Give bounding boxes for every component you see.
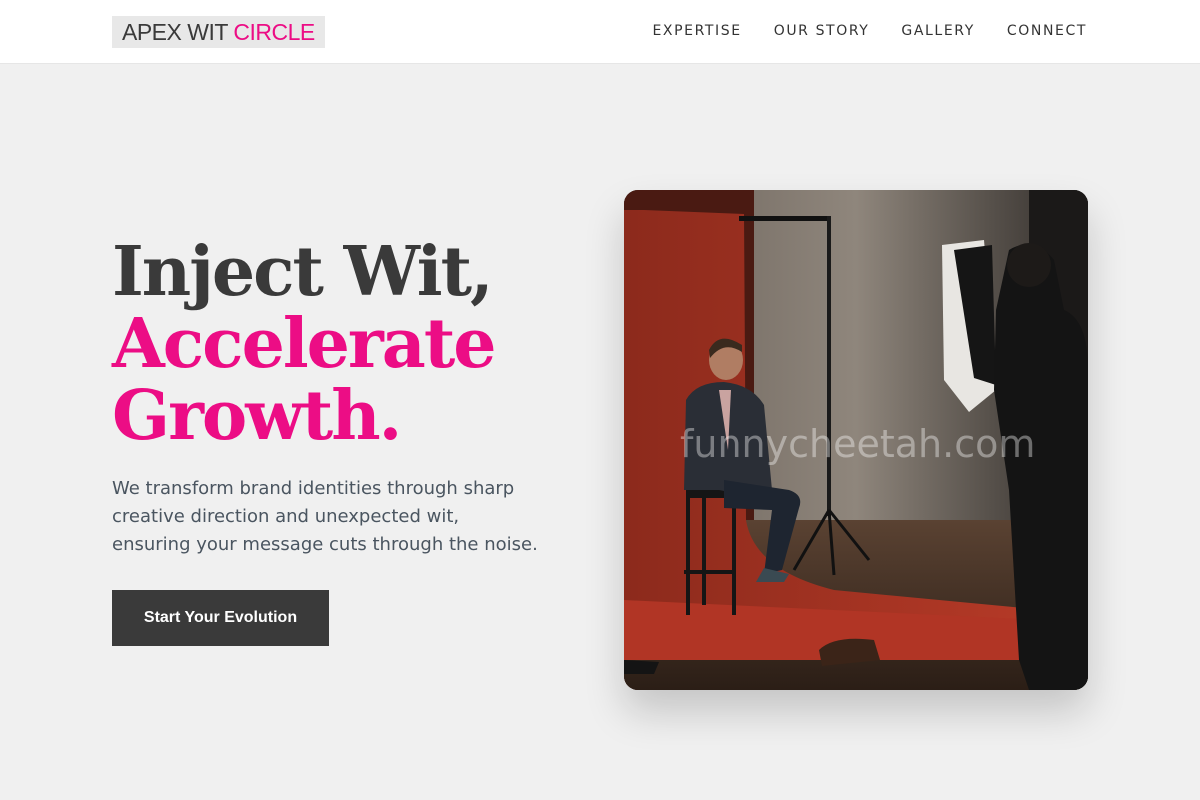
hero-title-line-2: Accelerate <box>112 304 497 384</box>
hero-description-line-3: ensuring your message cuts through the n… <box>112 534 538 555</box>
start-evolution-button[interactable]: Start Your Evolution <box>112 590 329 646</box>
nav-link-our-story[interactable]: OUR STORY <box>774 23 870 39</box>
hero-photo: funnycheetah.com <box>624 190 1088 690</box>
nav-link-expertise[interactable]: EXPERTISE <box>652 23 741 39</box>
logo-accent-text: CIRCLE <box>233 19 315 45</box>
photo-watermark: funnycheetah.com <box>680 422 1036 466</box>
nav-link-gallery[interactable]: GALLERY <box>901 23 974 39</box>
hero-description-line-1: We transform brand identities through sh… <box>112 478 515 499</box>
hero-description-line-2: creative direction and unexpected wit, <box>112 506 460 527</box>
logo-text: APEX WIT <box>122 19 234 45</box>
site-header: APEX WIT CIRCLE EXPERTISE OUR STORY GALL… <box>0 0 1200 64</box>
main-nav: EXPERTISE OUR STORY GALLERY CONNECT <box>652 0 1087 62</box>
logo[interactable]: APEX WIT CIRCLE <box>112 16 325 48</box>
nav-link-connect[interactable]: CONNECT <box>1007 23 1087 39</box>
hero-title-line-3: Growth. <box>112 376 402 456</box>
hero-title: Inject Wit, Accelerate Growth. <box>112 236 592 452</box>
hero-description: We transform brand identities through sh… <box>112 475 572 559</box>
hero-title-line-1: Inject Wit, <box>112 232 494 312</box>
